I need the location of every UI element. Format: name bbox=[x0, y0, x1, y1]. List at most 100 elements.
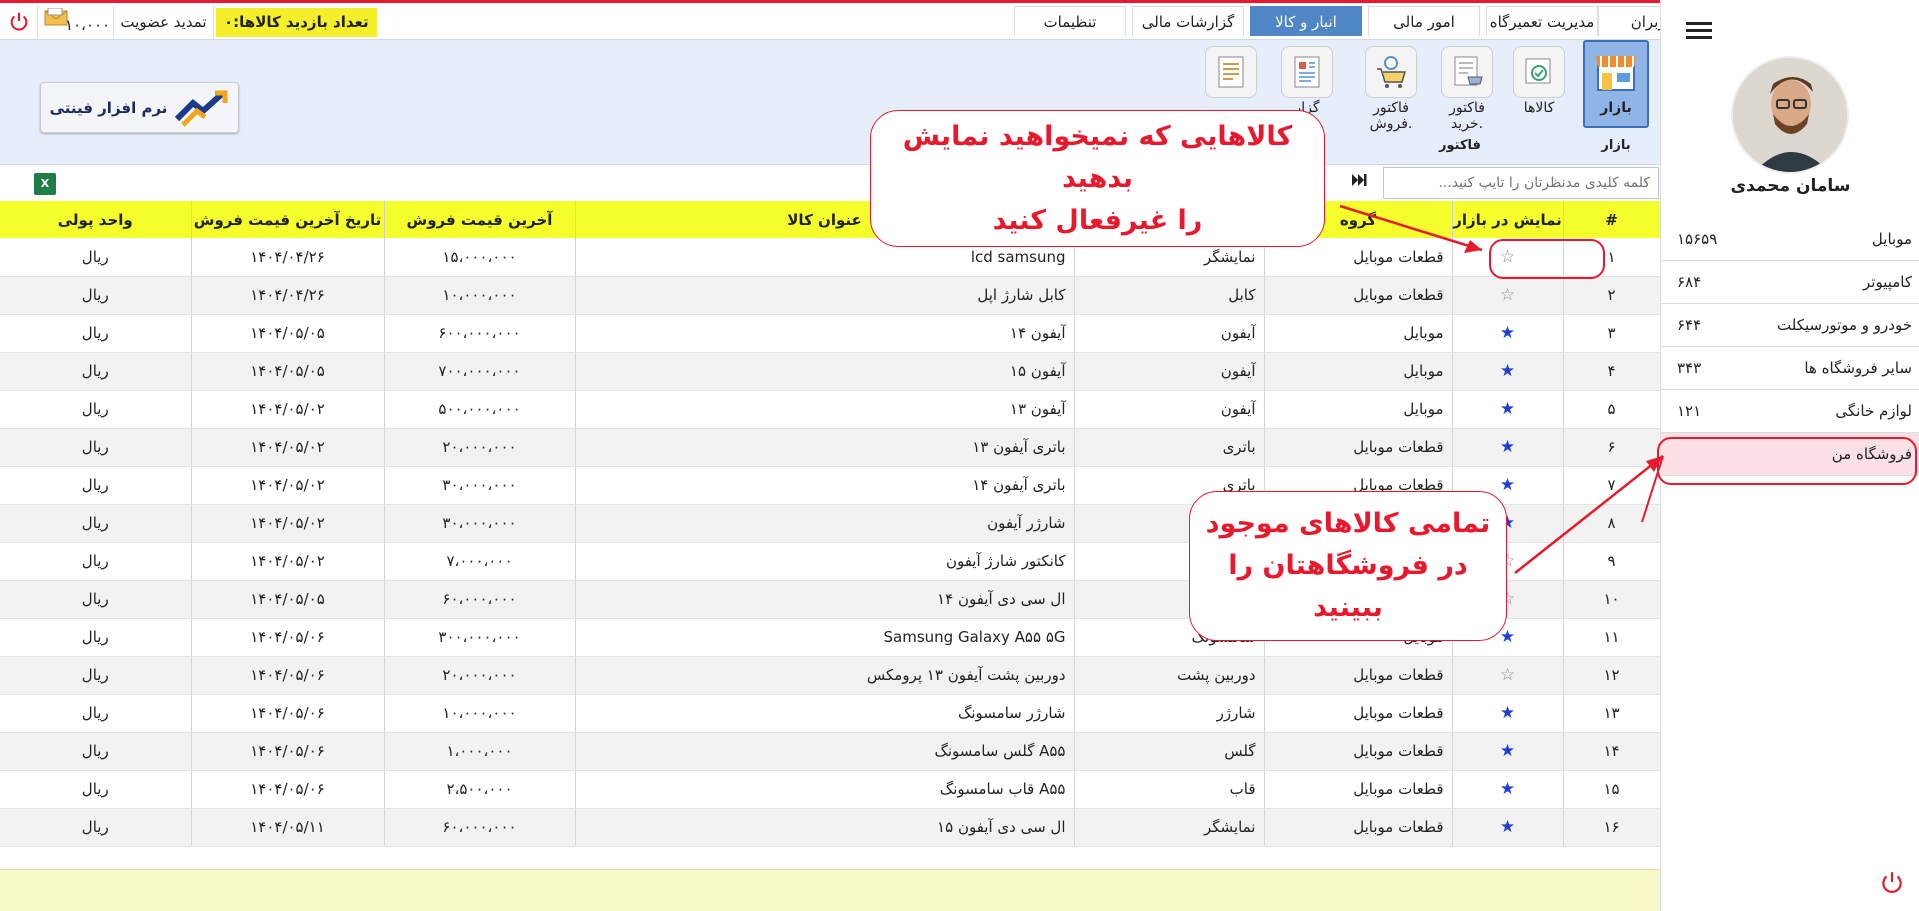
cell-last-price: ۷۰۰،۰۰۰،۰۰۰ bbox=[384, 352, 576, 391]
list-report-button[interactable] bbox=[1195, 42, 1267, 100]
renew-membership-button[interactable]: تمدید عضویت bbox=[114, 6, 214, 38]
cell-star[interactable]: ★ bbox=[1452, 428, 1564, 467]
star-filled-icon[interactable]: ★ bbox=[1500, 817, 1515, 837]
cell-last-price: ۶۰،۰۰۰،۰۰۰ bbox=[384, 808, 576, 847]
cell-star[interactable]: ☆ bbox=[1452, 276, 1564, 315]
cell-last-price-date: ۱۴۰۴/۰۵/۰۶ bbox=[191, 656, 385, 695]
sidebar-item[interactable]: لوازم خانگی ۱۲۱ bbox=[1661, 390, 1919, 433]
star-filled-icon[interactable]: ★ bbox=[1500, 437, 1515, 457]
cell-star[interactable]: ★ bbox=[1452, 694, 1564, 733]
star-filled-icon[interactable]: ★ bbox=[1500, 627, 1515, 647]
skip-forward-icon bbox=[1352, 174, 1367, 186]
sidebar-item[interactable]: موبایل ۱۵۶۵۹ bbox=[1661, 218, 1919, 261]
table-row[interactable]: ریال ۱۴۰۴/۰۴/۲۶ ۱۰،۰۰۰،۰۰۰ کابل شارژ اپل کاب… bbox=[0, 276, 1661, 315]
excel-export-icon[interactable]: X bbox=[34, 173, 56, 195]
cell-title: شارژر آیفون bbox=[575, 504, 1075, 543]
cell-last-price: ۱،۰۰۰،۰۰۰ bbox=[384, 732, 576, 771]
star-filled-icon[interactable]: ★ bbox=[1500, 475, 1515, 495]
cell-star[interactable]: ☆ bbox=[1452, 656, 1564, 695]
tab-settings[interactable]: تنظیمات bbox=[1014, 6, 1126, 36]
tab-financial-reports[interactable]: گزارشات مالی bbox=[1132, 6, 1244, 36]
cell-number: ۶ bbox=[1563, 428, 1661, 467]
cell-title: ال سی دی آیفون ۱۴ bbox=[575, 580, 1075, 619]
market-button[interactable]: بازار bbox=[1583, 40, 1649, 128]
cell-subgroup: گلس bbox=[1074, 732, 1265, 771]
cell-last-price: ۱۵،۰۰۰،۰۰۰ bbox=[384, 238, 576, 277]
sidebar-item-label: سایر فروشگاه ها bbox=[1804, 359, 1912, 377]
cell-title: گلس سامسونگ A۵۵ bbox=[575, 732, 1075, 771]
table-row[interactable]: ریال ۱۴۰۴/۰۴/۲۶ ۱۵،۰۰۰،۰۰۰ lcd samsung نمایش… bbox=[0, 238, 1661, 277]
sidebar-item[interactable]: خودرو و موتورسیکلت ۶۴۴ bbox=[1661, 304, 1919, 347]
table-row[interactable]: ریال ۱۴۰۴/۰۵/۰۵ ۶۰۰،۰۰۰،۰۰۰ آیفون ۱۴ آیفون مو… bbox=[0, 314, 1661, 353]
cell-subgroup: آیفون bbox=[1074, 352, 1265, 391]
star-filled-icon[interactable]: ★ bbox=[1500, 779, 1515, 799]
star-filled-icon[interactable]: ★ bbox=[1500, 399, 1515, 419]
star-filled-icon[interactable]: ★ bbox=[1500, 741, 1515, 761]
products-button[interactable]: کالاها bbox=[1503, 42, 1575, 116]
cell-star[interactable]: ★ bbox=[1452, 390, 1564, 429]
wallet-balance[interactable]: ۱۰،۰۰۰ bbox=[38, 6, 114, 38]
menu-icon[interactable] bbox=[1686, 22, 1712, 42]
footer-bar bbox=[0, 869, 1660, 911]
sales-invoice-button[interactable]: فاکتور فروش. bbox=[1351, 42, 1431, 132]
star-filled-icon[interactable]: ★ bbox=[1500, 361, 1515, 381]
cell-last-price-date: ۱۴۰۴/۰۵/۰۵ bbox=[191, 352, 385, 391]
market-button-label: بازار bbox=[1600, 100, 1632, 116]
tab-repair-management[interactable]: مدیریت تعمیرگاه bbox=[1486, 6, 1598, 36]
logout-button[interactable] bbox=[1879, 870, 1905, 896]
table-row[interactable]: ریال ۱۴۰۴/۰۵/۰۶ ۱۰،۰۰۰،۰۰۰ شارژر سامسونگ شار… bbox=[0, 694, 1661, 733]
star-outline-icon[interactable]: ☆ bbox=[1500, 665, 1515, 685]
purchase-invoice-label: فاکتور خرید. bbox=[1449, 100, 1485, 132]
cell-subgroup: آیفون bbox=[1074, 390, 1265, 429]
table-row[interactable]: ریال ۱۴۰۴/۰۵/۰۶ ۲۰،۰۰۰،۰۰۰ دوربین پشت آیفون… bbox=[0, 656, 1661, 695]
table-row[interactable]: ریال ۱۴۰۴/۰۵/۰۵ ۷۰۰،۰۰۰،۰۰۰ آیفون ۱۵ آیفون مو… bbox=[0, 352, 1661, 391]
cell-subgroup: کابل bbox=[1074, 276, 1265, 315]
cell-title: دوربین پشت آیفون ۱۳ پرومکس bbox=[575, 656, 1075, 695]
star-filled-icon[interactable]: ★ bbox=[1500, 703, 1515, 723]
star-outline-icon[interactable]: ☆ bbox=[1500, 285, 1515, 305]
sidebar-item[interactable]: کامپیوتر ۶۸۴ bbox=[1661, 261, 1919, 304]
cell-star[interactable]: ★ bbox=[1452, 314, 1564, 353]
cell-last-price-date: ۱۴۰۴/۰۵/۰۶ bbox=[191, 732, 385, 771]
reports-button[interactable]: گزار bbox=[1271, 42, 1343, 116]
tab-inventory[interactable]: انبار و کالا bbox=[1250, 6, 1362, 36]
cell-star[interactable]: ★ bbox=[1452, 808, 1564, 847]
cell-star[interactable]: ★ bbox=[1452, 732, 1564, 771]
cell-last-price-date: ۱۴۰۴/۰۵/۰۵ bbox=[191, 580, 385, 619]
cell-subgroup: قاب bbox=[1074, 770, 1265, 809]
cell-star[interactable]: ★ bbox=[1452, 770, 1564, 809]
cell-group: موبایل bbox=[1264, 390, 1453, 429]
table-row[interactable]: ریال ۱۴۰۴/۰۵/۱۱ ۶۰،۰۰۰،۰۰۰ ال سی دی آیفون ۱… bbox=[0, 808, 1661, 847]
star-filled-icon[interactable]: ★ bbox=[1500, 323, 1515, 343]
table-row[interactable]: ریال ۱۴۰۴/۰۵/۰۲ ۲۰،۰۰۰،۰۰۰ باتری آیفون ۱۳ با… bbox=[0, 428, 1661, 467]
cell-star[interactable]: ★ bbox=[1452, 352, 1564, 391]
col-last-price[interactable]: آخرین قیمت فروش bbox=[384, 201, 576, 238]
table-row[interactable]: ریال ۱۴۰۴/۰۵/۰۶ ۱،۰۰۰،۰۰۰ گلس سامسونگ A۵۵ گل… bbox=[0, 732, 1661, 771]
tab-finance[interactable]: امور مالی bbox=[1368, 6, 1480, 36]
products-button-label: کالاها bbox=[1523, 100, 1555, 116]
purchase-invoice-button[interactable]: فاکتور خرید. bbox=[1431, 42, 1503, 132]
cell-subgroup: شارژر bbox=[1074, 694, 1265, 733]
col-currency[interactable]: واحد پولی bbox=[0, 201, 192, 238]
purchase-invoice-icon bbox=[1441, 46, 1493, 98]
cell-last-price-date: ۱۴۰۴/۰۵/۰۲ bbox=[191, 428, 385, 467]
cell-group: قطعات موبایل bbox=[1264, 428, 1453, 467]
cell-number: ۱۳ bbox=[1563, 694, 1661, 733]
cell-last-price: ۶۰۰،۰۰۰،۰۰۰ bbox=[384, 314, 576, 353]
sidebar-item-label: کامپیوتر bbox=[1863, 273, 1912, 291]
sidebar-item-count: ۱۲۱ bbox=[1677, 402, 1702, 420]
power-button[interactable] bbox=[0, 6, 38, 38]
sidebar-item[interactable]: سایر فروشگاه ها ۳۴۳ bbox=[1661, 347, 1919, 390]
col-number[interactable]: # bbox=[1563, 201, 1661, 238]
col-show-in-market[interactable]: نمایش در بازار bbox=[1452, 201, 1564, 238]
table-row[interactable]: ریال ۱۴۰۴/۰۵/۰۲ ۵۰۰،۰۰۰،۰۰۰ آیفون ۱۳ آیفون مو… bbox=[0, 390, 1661, 429]
cell-currency: ریال bbox=[0, 808, 192, 847]
cell-currency: ریال bbox=[0, 618, 192, 657]
report-icon bbox=[1281, 46, 1333, 98]
table-row[interactable]: ریال ۱۴۰۴/۰۵/۰۶ ۲،۵۰۰،۰۰۰ قاب سامسونگ A۵۵ قا… bbox=[0, 770, 1661, 809]
cell-last-price-date: ۱۴۰۴/۰۴/۲۶ bbox=[191, 238, 385, 277]
search-input[interactable] bbox=[1383, 167, 1659, 199]
cell-last-price: ۲۰،۰۰۰،۰۰۰ bbox=[384, 428, 576, 467]
last-page-button[interactable] bbox=[1342, 167, 1378, 199]
col-last-price-date[interactable]: تاریخ آخرین قیمت فروش bbox=[191, 201, 385, 238]
